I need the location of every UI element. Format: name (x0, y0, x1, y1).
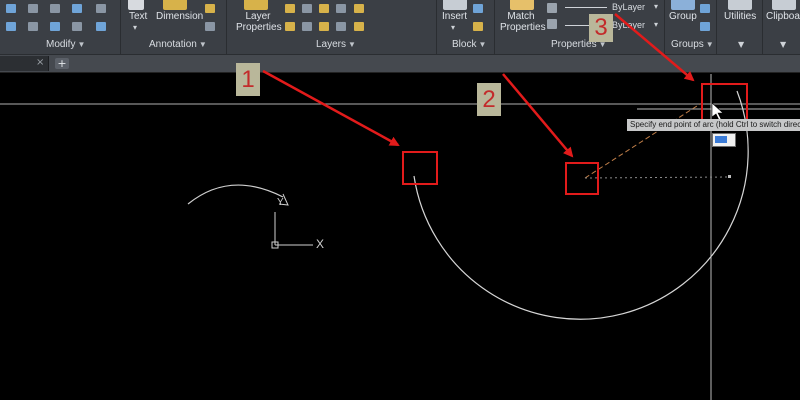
callout-arrow-3 (614, 13, 695, 82)
tracking-point (728, 175, 731, 178)
drawing-overlay: Y X (0, 13, 800, 400)
callout-label-3: 3 (589, 14, 613, 42)
callout-arrow-1 (262, 69, 400, 147)
end-point-highlight (701, 83, 748, 123)
callout-label-2: 2 (477, 83, 501, 116)
second-point-highlight (565, 162, 599, 195)
command-tooltip: Specify end point of arc (hold Ctrl to s… (627, 119, 800, 131)
tracking-line (584, 103, 701, 179)
cursor-icon (711, 102, 724, 121)
start-point-highlight (402, 151, 438, 185)
ucs-y-label: Y (277, 197, 284, 208)
callout-arrow-2 (502, 73, 574, 158)
callout-label-1: 1 (236, 63, 260, 96)
polar-tracking-line (584, 176, 731, 179)
dynamic-input-field[interactable] (712, 133, 736, 147)
ucs-x-label: X (316, 237, 324, 251)
small-arc (187, 184, 284, 205)
